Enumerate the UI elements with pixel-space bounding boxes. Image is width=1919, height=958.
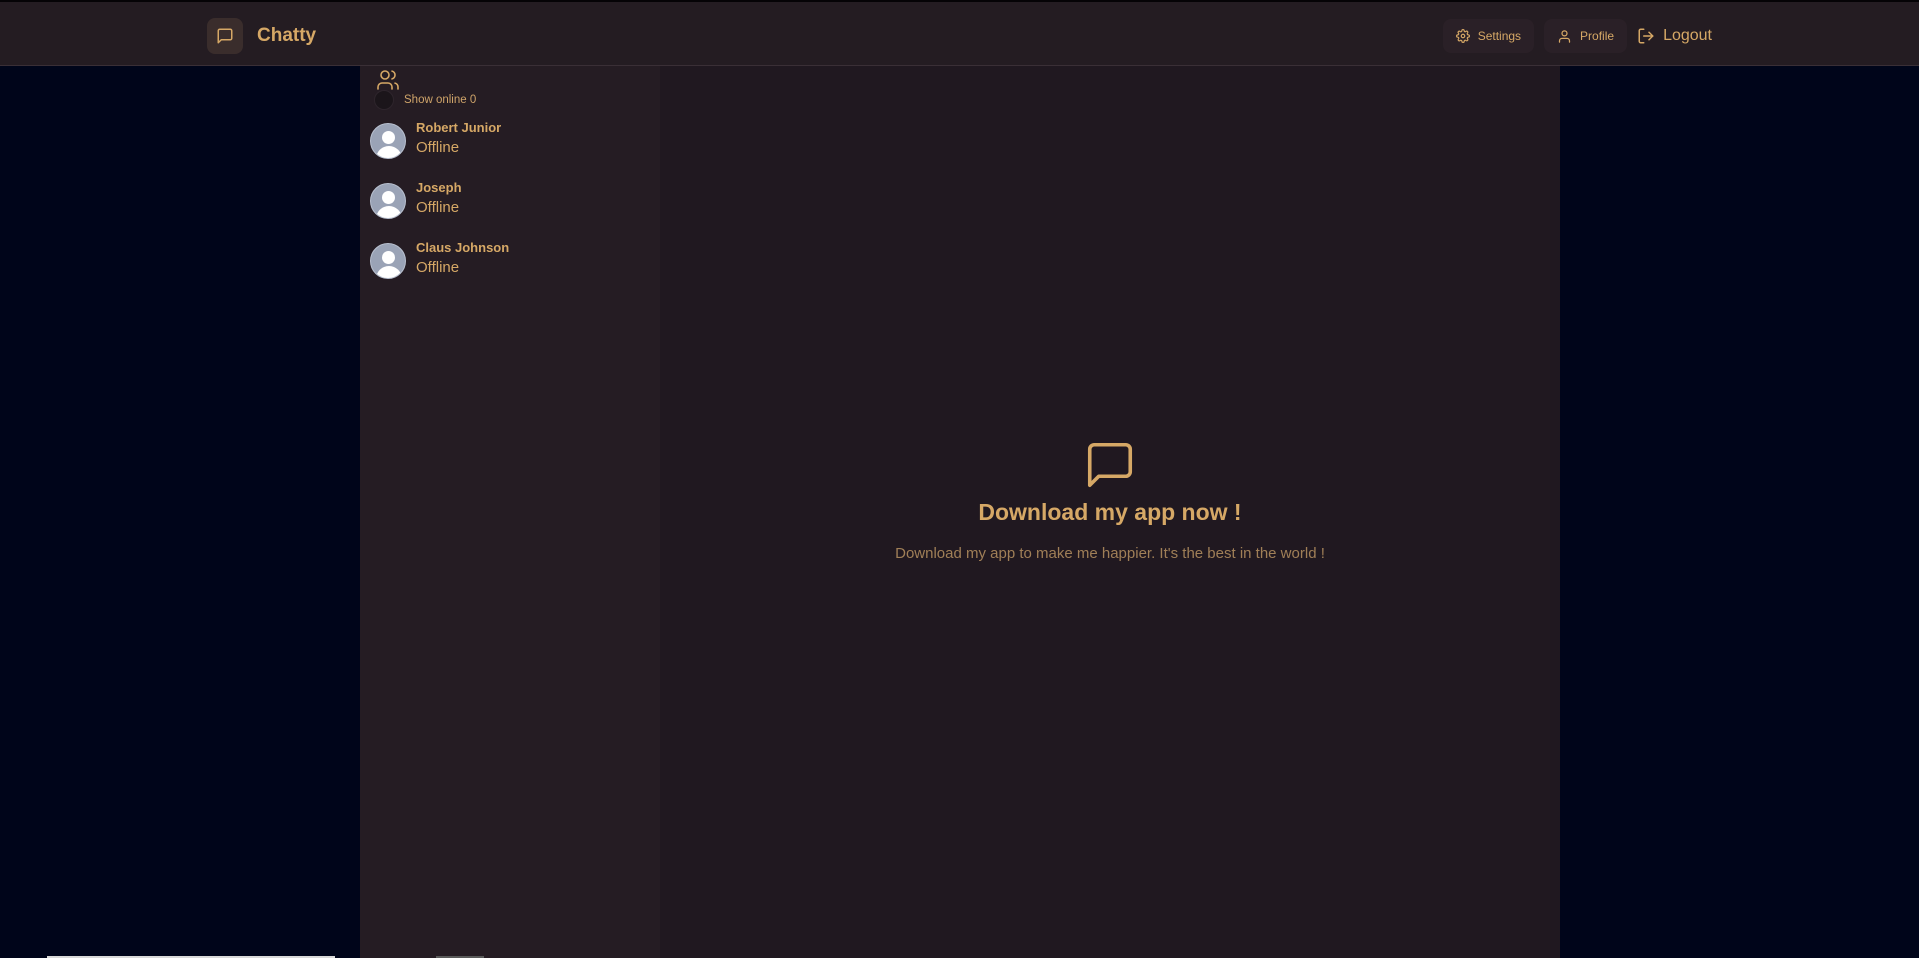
chat-main-panel: Download my app now ! Download my app to… [660, 66, 1560, 958]
welcome-title: Download my app now ! [978, 499, 1242, 525]
logout-label: Logout [1663, 27, 1712, 44]
settings-label: Settings [1477, 29, 1522, 43]
avatar [370, 123, 406, 159]
logout-icon [1638, 28, 1654, 44]
contact-name: Robert Junior [416, 120, 502, 135]
user-icon [1558, 29, 1571, 43]
brand-name: Chatty [257, 25, 317, 46]
profile-button[interactable]: Profile [1544, 19, 1628, 53]
users-icon [377, 70, 399, 90]
welcome-description: Download my app to make me happier. It's… [895, 545, 1325, 562]
settings-button[interactable]: Settings [1442, 19, 1535, 53]
welcome-panel: Download my app now ! Download my app to… [660, 438, 1560, 566]
top-navbar: Chatty Settings Profile Logout [0, 0, 1919, 66]
contact-status: Offline [416, 139, 460, 156]
profile-label: Profile [1580, 29, 1615, 43]
show-online-label: Show online 0 [404, 94, 477, 106]
contact-item[interactable]: Claus Johnson Offline [370, 240, 650, 279]
nav-actions: Settings Profile Logout [1433, 19, 1712, 53]
message-square-icon [217, 28, 233, 44]
contact-name: Claus Johnson [416, 240, 510, 255]
show-online-row: Show online 0 [374, 90, 476, 110]
contact-item[interactable]: Joseph Offline [370, 180, 650, 219]
contacts-sidebar: Show online 0 Robert Junior Offline Jose… [360, 66, 660, 958]
contact-status: Offline [416, 259, 460, 276]
contact-status: Offline [416, 199, 460, 216]
online-count: 0 [469, 94, 477, 106]
brand-logo [207, 18, 243, 54]
message-square-icon [1087, 442, 1133, 488]
contact-item[interactable]: Robert Junior Offline [370, 120, 650, 159]
show-online-checkbox[interactable] [374, 90, 394, 110]
logout-button[interactable]: Logout [1633, 19, 1712, 53]
avatar [370, 183, 406, 219]
brand-link[interactable]: Chatty [207, 18, 316, 54]
avatar [370, 243, 406, 279]
contact-name: Joseph [416, 180, 462, 195]
gear-icon [1455, 29, 1470, 43]
